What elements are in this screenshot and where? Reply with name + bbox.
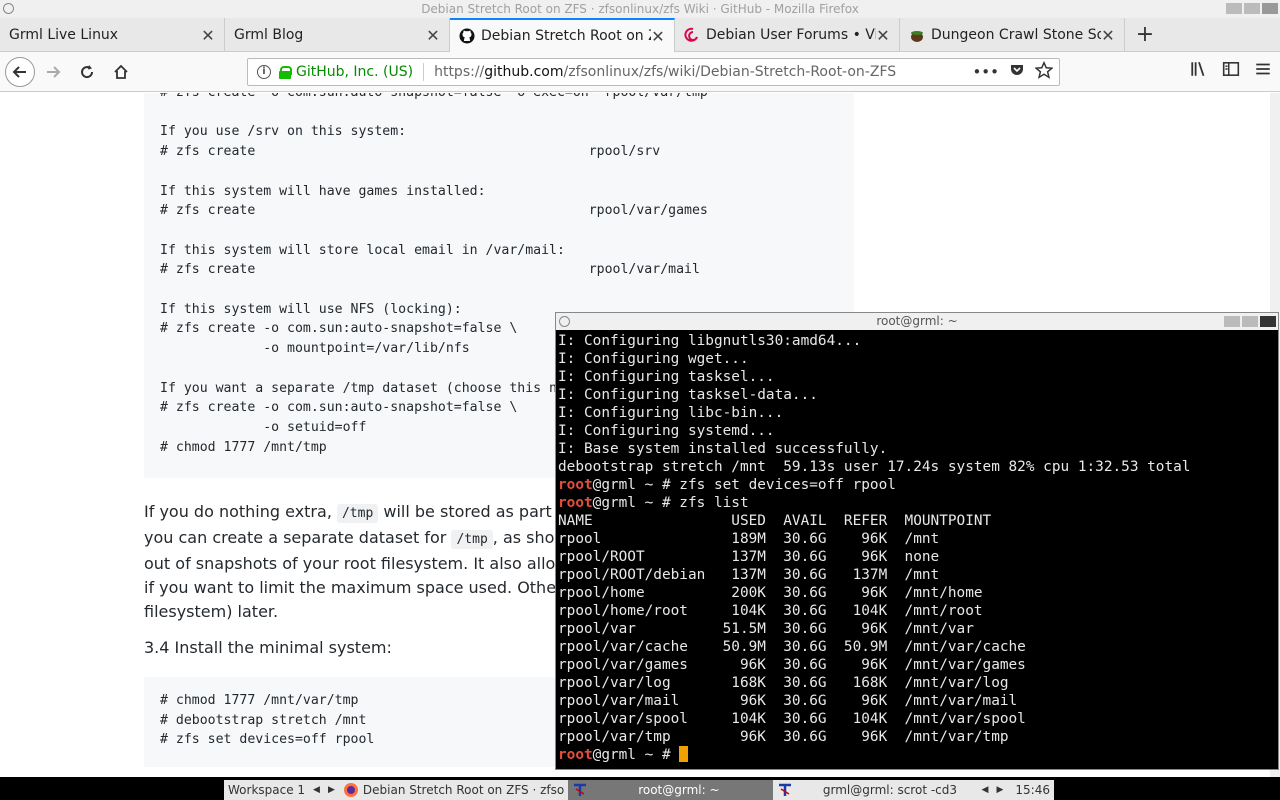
terminal-icon (574, 783, 587, 796)
taskbar: Workspace 1 ◀ ▶ Debian Stretch Root on Z… (0, 777, 1280, 800)
debian-logo-icon (559, 316, 570, 327)
inline-code: /tmp (451, 530, 493, 549)
debian-logo-icon (3, 3, 14, 14)
tab-label: Debian Stretch Root on ZFS (481, 28, 651, 44)
terminal-cursor (679, 746, 689, 762)
maximize-button[interactable] (1244, 3, 1260, 14)
back-button[interactable] (5, 56, 35, 87)
workspace-prev-icon[interactable]: ◀ (313, 785, 320, 795)
github-icon (459, 28, 475, 44)
terminal-window[interactable]: root@grml: ~ I: Configuring libgnutls30:… (555, 312, 1279, 770)
close-tab-icon[interactable]: ✕ (426, 26, 440, 45)
tab-dungeon-crawl[interactable]: Dungeon Crawl Stone Soup ✕ (900, 18, 1125, 52)
window-title: Debian Stretch Root on ZFS · zfsonlinux/… (421, 2, 859, 16)
tab-debian-stretch-root-on-zfs[interactable]: Debian Stretch Root on ZFS ✕ (450, 18, 675, 52)
tasks-next-icon[interactable]: ▶ (996, 785, 1003, 795)
taskbar-item-terminal-root[interactable]: root@grml: ~ (568, 780, 773, 800)
zfs-list-output: NAME USED AVAIL REFER MOUNTPOINT rpool 1… (558, 513, 1026, 745)
window-controls (1226, 3, 1278, 14)
bookmark-star-icon[interactable] (1034, 60, 1054, 83)
minimize-button[interactable] (1224, 316, 1240, 327)
clock: 15:46 (1015, 783, 1050, 797)
close-tab-icon[interactable]: ✕ (651, 27, 665, 46)
tab-strip: Grml Live Linux ✕ Grml Blog ✕ Debian Str… (0, 18, 1280, 52)
terminal-icon (778, 783, 791, 796)
minimize-button[interactable] (1226, 3, 1242, 14)
reload-button[interactable] (71, 56, 103, 88)
page-actions-button[interactable]: ••• (972, 63, 999, 81)
tab-label: Grml Live Linux (9, 27, 119, 43)
home-button[interactable] (105, 56, 137, 88)
close-button[interactable] (1260, 316, 1276, 327)
workspace-label[interactable]: Workspace 1 (224, 780, 309, 800)
new-tab-button[interactable]: + (1125, 18, 1165, 51)
cauldron-icon (909, 27, 925, 43)
url-separator (423, 63, 425, 81)
reload-icon (81, 64, 94, 78)
tab-label: Dungeon Crawl Stone Soup (931, 27, 1101, 43)
maximize-button[interactable] (1242, 316, 1258, 327)
close-tab-icon[interactable]: ✕ (876, 26, 890, 45)
close-button[interactable] (1262, 3, 1278, 14)
site-identity[interactable]: GitHub, Inc. (US) (296, 64, 413, 80)
tasks-prev-icon[interactable]: ◀ (982, 785, 989, 795)
pocket-icon[interactable] (1009, 62, 1025, 82)
debian-swirl-icon (684, 27, 700, 43)
info-icon[interactable]: i (257, 65, 271, 79)
tab-label: Debian User Forums • View (706, 27, 876, 43)
tab-label: Grml Blog (234, 27, 304, 43)
library-icon[interactable] (1190, 60, 1208, 82)
url-bar[interactable]: i GitHub, Inc. (US) https://github.com/z… (247, 58, 1060, 86)
forward-button[interactable] (37, 56, 69, 88)
terminal-output[interactable]: I: Configuring libgnutls30:amd64... I: C… (556, 330, 1278, 764)
inline-code: /tmp (336, 504, 379, 523)
sidebar-icon[interactable] (1222, 60, 1240, 82)
hamburger-menu-icon[interactable] (1254, 60, 1272, 82)
arrow-left-icon (12, 65, 26, 78)
arrow-right-icon (47, 65, 61, 78)
tab-debian-user-forums[interactable]: Debian User Forums • View ✕ (675, 18, 900, 52)
terminal-window-controls (1224, 316, 1276, 327)
taskbar-item-terminal-grml[interactable]: grml@grml: scrot -cd3 (773, 780, 978, 800)
terminal-title: root@grml: ~ (876, 314, 958, 328)
navigation-toolbar: i GitHub, Inc. (US) https://github.com/z… (0, 52, 1280, 92)
lock-icon[interactable] (279, 66, 292, 79)
taskbar-panel: Workspace 1 ◀ ▶ Debian Stretch Root on Z… (224, 780, 1054, 800)
terminal-titlebar[interactable]: root@grml: ~ (556, 313, 1278, 330)
home-icon (114, 64, 128, 79)
tab-grml-live-linux[interactable]: Grml Live Linux ✕ (0, 18, 225, 52)
url-text[interactable]: https://github.com/zfsonlinux/zfs/wiki/D… (434, 64, 972, 80)
window-titlebar: Debian Stretch Root on ZFS · zfsonlinux/… (0, 0, 1280, 18)
tab-grml-blog[interactable]: Grml Blog ✕ (225, 18, 450, 52)
close-tab-icon[interactable]: ✕ (1101, 26, 1115, 45)
taskbar-item-firefox[interactable]: Debian Stretch Root on ZFS · zfso (339, 780, 568, 800)
close-tab-icon[interactable]: ✕ (201, 26, 215, 45)
workspace-next-icon[interactable]: ▶ (328, 785, 335, 795)
firefox-icon (343, 783, 358, 797)
